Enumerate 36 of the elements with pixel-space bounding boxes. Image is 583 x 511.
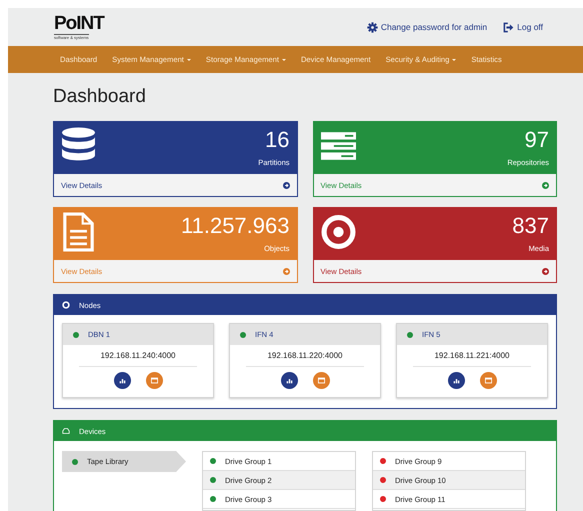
stat-count: 837 bbox=[512, 214, 549, 238]
window-icon bbox=[484, 377, 492, 384]
bar-chart-icon bbox=[286, 377, 292, 384]
window-icon bbox=[318, 377, 324, 384]
node-address: 192.168.11.220:4000 bbox=[246, 351, 364, 367]
document-icon bbox=[61, 212, 96, 252]
log-off-icon bbox=[503, 22, 514, 32]
arrow-circle-icon bbox=[542, 268, 549, 274]
lifebuoy-icon bbox=[62, 301, 70, 309]
change-password-link[interactable]: Change password for admin bbox=[366, 22, 488, 32]
node-address: 192.168.11.240:4000 bbox=[79, 351, 197, 367]
window-icon bbox=[150, 377, 158, 384]
details-button[interactable] bbox=[480, 372, 496, 389]
details-button[interactable] bbox=[146, 372, 162, 389]
node-address: 192.168.11.221:4000 bbox=[413, 351, 531, 367]
target-icon bbox=[320, 212, 356, 252]
arrow-circle-icon bbox=[542, 182, 549, 188]
drive-icon bbox=[62, 427, 70, 435]
stat-count: 11.257.963 bbox=[181, 214, 290, 238]
statistics-button[interactable] bbox=[114, 372, 130, 389]
arrow-circle-icon bbox=[282, 182, 290, 188]
page-title: Dashboard bbox=[53, 85, 147, 109]
bar-chart-icon bbox=[118, 377, 126, 384]
bar-chart-icon bbox=[452, 377, 460, 384]
arrow-circle-icon bbox=[282, 268, 290, 274]
log-off-link[interactable]: Log off bbox=[503, 22, 543, 32]
statistics-button[interactable] bbox=[448, 372, 464, 389]
details-button[interactable] bbox=[312, 372, 330, 389]
caret-icon bbox=[452, 58, 456, 60]
logo-wordmark: PoINT bbox=[54, 14, 104, 34]
caret-icon bbox=[282, 58, 286, 60]
stat-count: 16 bbox=[265, 128, 290, 152]
statistics-button[interactable] bbox=[280, 372, 298, 389]
caret-icon bbox=[186, 58, 191, 60]
stat-count: 97 bbox=[524, 128, 549, 152]
settings-icon bbox=[366, 22, 378, 32]
